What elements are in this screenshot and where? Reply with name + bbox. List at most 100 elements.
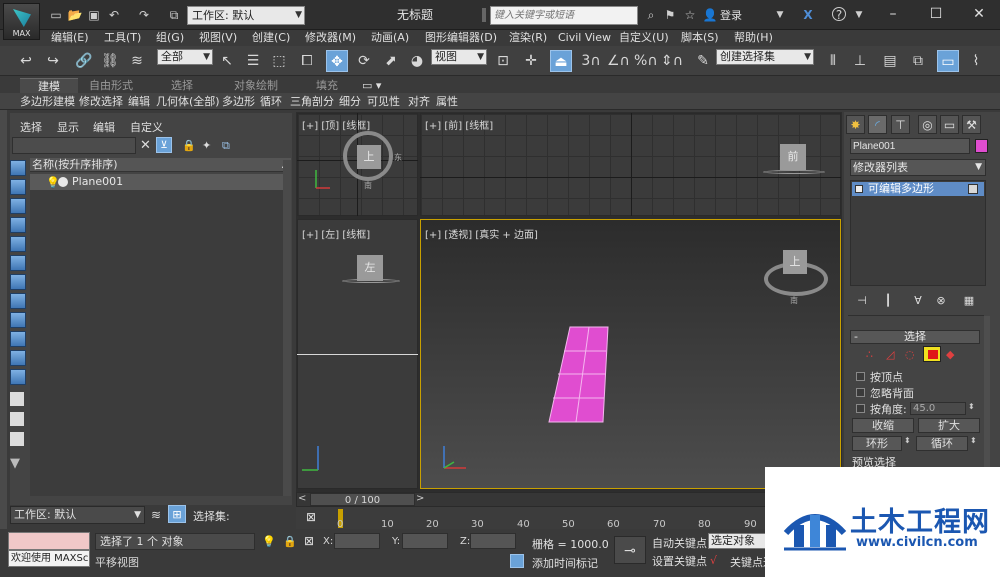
motion-tab-icon[interactable]: ◎ — [918, 115, 937, 134]
ring-spinner-icon[interactable]: ⬍ — [904, 436, 911, 445]
menu-animation[interactable]: 动画(A) — [371, 30, 409, 46]
viewport-perspective[interactable] — [420, 219, 841, 489]
window-crossing-icon[interactable]: ⧠ — [296, 50, 318, 72]
layer-explorer-icon[interactable]: ▤ — [879, 50, 901, 72]
display-tab-icon[interactable]: ▭ — [940, 115, 959, 134]
menu-modifiers[interactable]: 修改器(M) — [305, 30, 356, 46]
ribbon-options-icon[interactable]: ▭ ▾ — [362, 78, 381, 93]
rectangular-selection-icon[interactable]: ⬚ — [268, 50, 290, 72]
plane001-mesh[interactable] — [548, 325, 610, 425]
set-key-button[interactable]: 设置关键点 — [652, 553, 707, 569]
polygon-mode-button[interactable] — [923, 346, 941, 362]
ribbon-polygons[interactable]: 多边形 — [222, 94, 255, 109]
display-spacewarps-icon[interactable] — [10, 274, 26, 290]
viewcube[interactable]: 前 — [780, 144, 806, 170]
chevron-down-icon[interactable]: ▼ — [851, 7, 867, 23]
modify-tab-icon[interactable]: ◜ — [868, 115, 887, 134]
ribbon-tab-object-paint[interactable]: 对象绘制 — [234, 78, 278, 93]
set-key-icon[interactable]: ⊸ — [614, 536, 646, 564]
explorer-search-input[interactable] — [12, 137, 136, 154]
percent-snap-icon[interactable]: %∩ — [634, 50, 658, 72]
mirror-icon[interactable]: ⫴ — [822, 50, 844, 72]
loop-button[interactable]: 循环 — [916, 436, 968, 451]
explorer-menu-customize[interactable]: 自定义 — [130, 119, 163, 135]
create-tab-icon[interactable]: ✸ — [846, 115, 865, 134]
maximize-button[interactable]: ☐ — [923, 4, 949, 24]
menu-civil-view[interactable]: Civil View — [558, 30, 611, 46]
angle-spinner[interactable]: 45.0 — [910, 402, 966, 415]
hierarchy-icon[interactable]: ⧉ — [222, 139, 230, 153]
vertex-mode-icon[interactable]: ∴ — [866, 348, 873, 361]
display-geometry-icon[interactable] — [10, 179, 26, 195]
menu-customize[interactable]: 自定义(U) — [619, 30, 669, 46]
workspace-bottom-dropdown[interactable]: 工作区: 默认 ▼ — [10, 506, 145, 524]
user-icon[interactable]: 👤 — [702, 7, 718, 23]
time-slider-thumb[interactable]: 0 / 100 — [310, 493, 415, 506]
ribbon-geometry-all[interactable]: 几何体(全部) — [156, 94, 220, 109]
undo-icon[interactable]: ↩ — [15, 50, 37, 72]
absolute-mode-icon[interactable]: ⊠ — [304, 534, 314, 548]
project-folder-icon[interactable]: ⧉ — [166, 7, 182, 23]
rollout-selection-header[interactable]: - 选择 — [850, 330, 980, 344]
object-name-field[interactable] — [850, 138, 970, 154]
select-and-move-icon[interactable]: ✥ — [326, 50, 348, 72]
display-all-icon[interactable] — [10, 392, 24, 406]
ribbon-visibility[interactable]: 可见性 — [367, 94, 400, 109]
ribbon-polygon-modeling[interactable]: 多边形建模 — [20, 94, 75, 109]
named-selection-sets-dropdown[interactable]: 创建选择集 ▼ — [716, 49, 814, 65]
add-time-tag-button[interactable]: 添加时间标记 — [532, 555, 598, 571]
display-helpers-icon[interactable] — [10, 255, 26, 271]
viewport-perspective-label[interactable]: [+] [透视] [真实 + 边面] — [425, 226, 538, 241]
ribbon-modify-selection[interactable]: 修改选择 — [79, 94, 123, 109]
explorer-menu-edit[interactable]: 编辑 — [93, 119, 115, 135]
show-end-result-icon[interactable]: ┃ — [880, 293, 896, 309]
display-groups-icon[interactable] — [10, 293, 26, 309]
selection-filter-dropdown[interactable]: 全部 ▼ — [157, 49, 213, 65]
redo-icon[interactable]: ↪ — [42, 50, 64, 72]
angle-snap-icon[interactable]: ∠∩ — [607, 50, 630, 72]
display-bones-icon[interactable] — [10, 331, 26, 347]
menu-graph-editors[interactable]: 图形编辑器(D) — [425, 30, 497, 46]
ribbon-align[interactable]: 对齐 — [408, 94, 430, 109]
select-by-name-icon[interactable]: ☰ — [242, 50, 264, 72]
bind-space-warp-icon[interactable]: ≋ — [126, 50, 148, 72]
select-object-icon[interactable]: ↖ — [216, 50, 238, 72]
maxscript-listener-input[interactable] — [8, 532, 90, 550]
command-panel-scrollbar[interactable] — [984, 316, 990, 476]
keyboard-shortcut-override-icon[interactable]: ⏏ — [550, 50, 572, 72]
list-item[interactable]: Plane001 — [30, 174, 291, 190]
new-file-icon[interactable]: ▭ — [48, 7, 64, 23]
next-frame-icon[interactable]: > — [416, 493, 424, 504]
viewcube[interactable]: 左 — [357, 255, 383, 281]
explorer-list-body[interactable] — [30, 190, 291, 496]
sync-selection-icon[interactable]: ✦ — [202, 139, 211, 152]
viewcube[interactable]: 上 — [783, 250, 807, 274]
menu-edit[interactable]: 编辑(E) — [51, 30, 89, 46]
explorer-menu-select[interactable]: 选择 — [20, 119, 42, 135]
track-bar[interactable] — [296, 507, 796, 529]
close-button[interactable]: ✕ — [966, 4, 992, 24]
make-unique-icon[interactable]: ∀ — [910, 293, 926, 309]
unlink-icon[interactable]: ⛓ — [99, 50, 121, 72]
configure-sets-icon[interactable]: ▦ — [961, 293, 977, 309]
viewcube[interactable]: 上 — [357, 145, 381, 169]
ribbon-toggle-icon[interactable]: ▭ — [937, 50, 959, 72]
key-mode-dropdown[interactable]: 选定对象 — [708, 533, 766, 549]
chevron-down-icon[interactable]: ▼ — [772, 7, 788, 23]
align-icon[interactable]: ⊥ — [849, 50, 871, 72]
select-and-scale-icon[interactable]: ⬈ — [380, 50, 402, 72]
isolate-selection-icon[interactable]: 💡 — [262, 535, 276, 548]
ribbon-tab-populate[interactable]: 填充 — [316, 78, 338, 93]
element-mode-icon[interactable]: ◆ — [946, 348, 954, 361]
display-shapes-icon[interactable] — [10, 198, 26, 214]
coord-y-field[interactable] — [402, 533, 448, 549]
edge-mode-icon[interactable]: ◿ — [886, 348, 894, 361]
lock-icon[interactable]: 🔒 — [182, 139, 196, 152]
ignore-backfacing-checkbox[interactable] — [856, 388, 865, 397]
shrink-button[interactable]: 收缩 — [852, 418, 914, 433]
select-and-place-icon[interactable]: ◕ — [406, 50, 428, 72]
reference-coordinate-dropdown[interactable]: 视图 ▼ — [431, 49, 487, 65]
spinner-snap-icon[interactable]: ⇕∩ — [661, 50, 683, 72]
ribbon-tab-selection[interactable]: 选择 — [171, 78, 193, 93]
menu-rendering[interactable]: 渲染(R) — [509, 30, 547, 46]
